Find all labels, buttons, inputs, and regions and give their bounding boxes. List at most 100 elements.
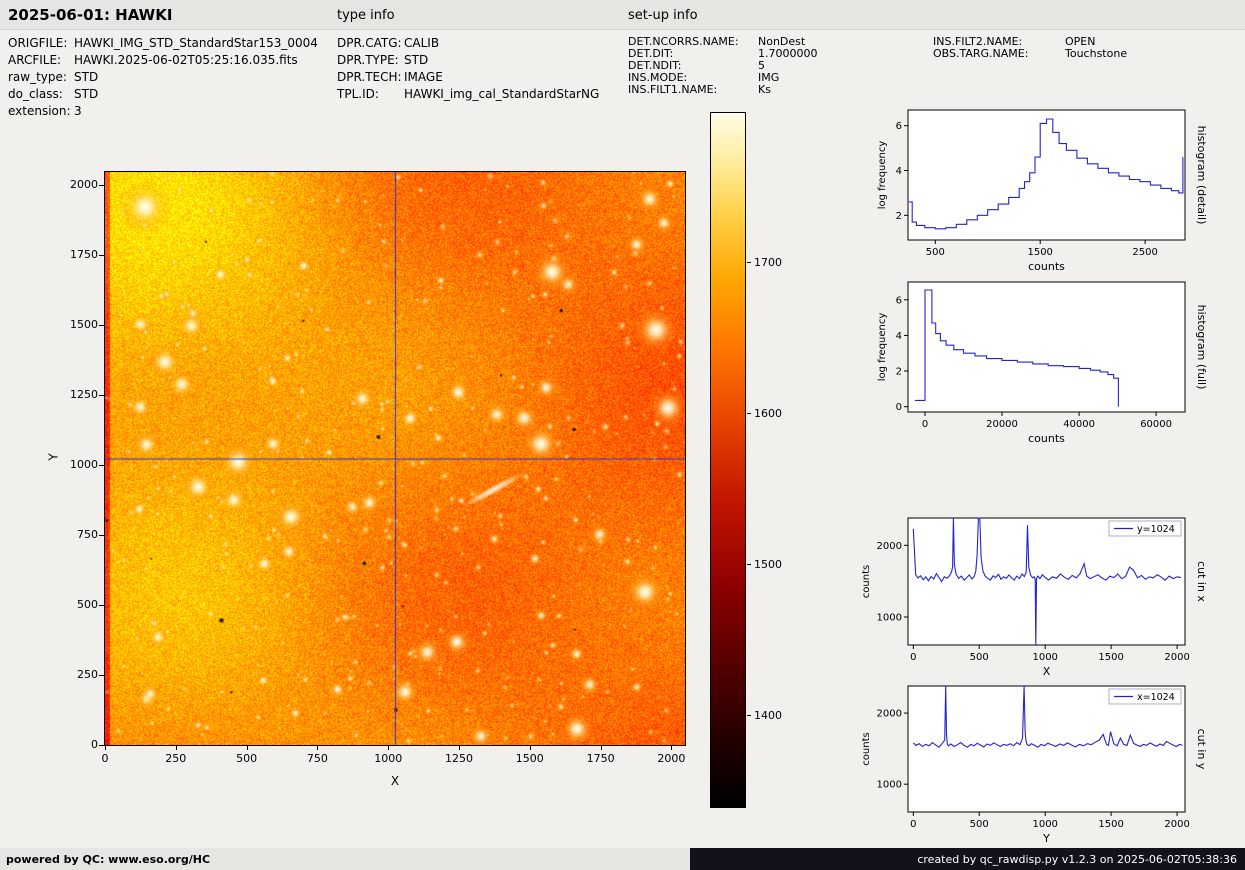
meta-row: INS.FILT1.NAME:Ks bbox=[628, 84, 818, 96]
y-tick bbox=[99, 745, 104, 746]
y-tick-label: 2000 bbox=[877, 709, 902, 720]
meta-value: Ks bbox=[758, 84, 771, 96]
y-tick-label: 750 bbox=[54, 528, 98, 541]
qc-link[interactable]: powered by QC: www.eso.org/HC bbox=[6, 853, 210, 866]
x-tick-label: 500 bbox=[970, 819, 989, 830]
y-axis-label: log frequency bbox=[877, 313, 888, 382]
x-tick bbox=[459, 746, 460, 750]
y-tick bbox=[99, 325, 104, 326]
meta-label: raw_type: bbox=[8, 69, 74, 86]
x-tick-label: 250 bbox=[156, 752, 196, 765]
x-tick-label: 0 bbox=[910, 652, 916, 663]
meta-label: DPR.TYPE: bbox=[337, 52, 404, 69]
meta-value: STD bbox=[404, 52, 428, 69]
x-tick-label: 1500 bbox=[1098, 819, 1123, 830]
meta-row: do_class:STD bbox=[8, 86, 318, 103]
meta-value: HAWKI_img_cal_StandardStarNG bbox=[404, 86, 599, 103]
x-tick bbox=[176, 746, 177, 750]
y-tick-label: 2000 bbox=[54, 178, 98, 191]
meta-row: DPR.TYPE:STD bbox=[337, 52, 599, 69]
meta-row: ORIGFILE:HAWKI_IMG_STD_StandardStar153_0… bbox=[8, 35, 318, 52]
x-tick-label: 500 bbox=[227, 752, 267, 765]
x-tick bbox=[601, 746, 602, 750]
colorbar-tick-label: 1400 bbox=[754, 709, 798, 722]
plot-area bbox=[908, 686, 1185, 812]
meta-value: 3 bbox=[74, 103, 82, 120]
y-tick-label: 0 bbox=[896, 402, 902, 413]
y-tick-label: 1000 bbox=[877, 780, 902, 791]
colorbar bbox=[710, 112, 746, 808]
right-side-label: cut in y bbox=[1195, 729, 1208, 770]
y-tick-label: 2 bbox=[896, 211, 902, 222]
y-tick-label: 1000 bbox=[54, 458, 98, 471]
cut-in-y-chart: 050010001500200010002000Ycountscut in yx… bbox=[855, 676, 1217, 858]
x-tick-label: 60000 bbox=[1140, 419, 1172, 430]
meta-row: DPR.TECH:IMAGE bbox=[337, 69, 599, 86]
x-tick-label: 1000 bbox=[1032, 819, 1057, 830]
x-tick-label: 500 bbox=[970, 652, 989, 663]
y-tick-label: 4 bbox=[896, 331, 902, 342]
x-tick bbox=[388, 746, 389, 750]
x-tick-label: 2000 bbox=[1164, 652, 1189, 663]
meta-value: STD bbox=[74, 69, 98, 86]
x-tick-label: 1500 bbox=[1027, 247, 1052, 258]
meta-row: DPR.CATG:CALIB bbox=[337, 35, 599, 52]
y-axis-label: log frequency bbox=[877, 141, 888, 210]
y-axis-label: counts bbox=[861, 732, 872, 765]
star-field-canvas bbox=[104, 171, 686, 746]
colorbar-tick bbox=[747, 715, 751, 716]
colorbar-tick bbox=[747, 413, 751, 414]
plot-area bbox=[908, 282, 1185, 412]
x-tick-label: 1500 bbox=[1098, 652, 1123, 663]
y-tick-label: 1500 bbox=[54, 318, 98, 331]
footer-left: powered by QC: www.eso.org/HC bbox=[0, 848, 690, 870]
histogram-full-chart: 02000040000600000246countslog frequencyh… bbox=[855, 272, 1217, 447]
legend-label: y=1024 bbox=[1137, 524, 1175, 535]
meta-value: CALIB bbox=[404, 35, 439, 52]
x-tick-label: 40000 bbox=[1063, 419, 1095, 430]
y-tick bbox=[99, 255, 104, 256]
y-tick bbox=[99, 465, 104, 466]
meta-label: DPR.TECH: bbox=[337, 69, 404, 86]
meta-label: do_class: bbox=[8, 86, 74, 103]
setup-info-heading: set-up info bbox=[628, 8, 698, 23]
x-tick bbox=[671, 746, 672, 750]
x-tick-label: 2500 bbox=[1132, 247, 1157, 258]
meta-value: 1.7000000 bbox=[758, 48, 818, 60]
plot-area bbox=[908, 110, 1185, 240]
meta-row: ARCFILE:HAWKI.2025-06-02T05:25:16.035.fi… bbox=[8, 52, 318, 69]
y-tick-label: 1250 bbox=[54, 388, 98, 401]
y-tick-label: 2 bbox=[896, 367, 902, 378]
colorbar-tick bbox=[747, 262, 751, 263]
footer-right: created by qc_rawdisp.py v1.2.3 on 2025-… bbox=[690, 848, 1245, 870]
y-tick-label: 1000 bbox=[877, 613, 902, 624]
page-title: 2025-06-01: HAWKI bbox=[8, 6, 172, 24]
x-tick-label: 0 bbox=[85, 752, 125, 765]
x-axis-label: Y bbox=[1042, 832, 1050, 845]
meta-label: TPL.ID: bbox=[337, 86, 404, 103]
meta-label: DPR.CATG: bbox=[337, 35, 404, 52]
setup-info-col1: DET.NCORRS.NAME:NonDest DET.DIT:1.700000… bbox=[628, 36, 818, 96]
chart-svg-hist_detail: 50015002500246countslog frequencyhistogr… bbox=[855, 100, 1217, 275]
meta-label: INS.FILT1.NAME: bbox=[628, 84, 758, 96]
right-side-label: cut in x bbox=[1195, 561, 1208, 602]
main-x-axis-label: X bbox=[375, 774, 415, 788]
meta-value: Touchstone bbox=[1065, 48, 1127, 60]
y-tick-label: 1750 bbox=[54, 248, 98, 261]
qc-report-page: 2025-06-01: HAWKI type info set-up info … bbox=[0, 0, 1245, 870]
x-tick bbox=[317, 746, 318, 750]
x-tick bbox=[105, 746, 106, 750]
y-tick-label: 0 bbox=[54, 738, 98, 751]
meta-value: STD bbox=[74, 86, 98, 103]
type-info-heading: type info bbox=[337, 8, 395, 23]
type-info-block: DPR.CATG:CALIB DPR.TYPE:STD DPR.TECH:IMA… bbox=[337, 35, 599, 103]
chart-svg-hist_full: 02000040000600000246countslog frequencyh… bbox=[855, 272, 1217, 447]
meta-row: OBS.TARG.NAME:Touchstone bbox=[933, 48, 1127, 60]
y-tick bbox=[99, 605, 104, 606]
right-side-label: histogram (detail) bbox=[1195, 126, 1208, 225]
colorbar-tick-label: 1500 bbox=[754, 558, 798, 571]
plot-area bbox=[908, 518, 1185, 645]
x-tick bbox=[247, 746, 248, 750]
meta-row: TPL.ID:HAWKI_img_cal_StandardStarNG bbox=[337, 86, 599, 103]
x-tick-label: 1250 bbox=[439, 752, 479, 765]
